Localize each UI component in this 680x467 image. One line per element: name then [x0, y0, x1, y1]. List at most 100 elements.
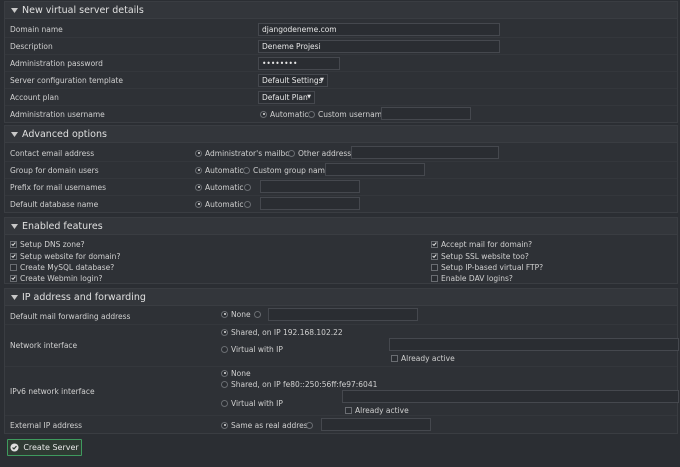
ipv6-label: IPv6 network interface — [10, 387, 95, 396]
plan-value: Default Plan — [262, 93, 308, 102]
custom-username-input[interactable] — [381, 107, 471, 120]
net-virtual-ip-input[interactable] — [389, 338, 679, 351]
row-template: Server configuration template Default Se… — [5, 72, 677, 89]
group-label: Group for domain users — [10, 166, 99, 175]
section-advanced-header[interactable]: Advanced options — [5, 126, 677, 143]
feature-dns-checkbox[interactable]: Setup DNS zone? — [10, 238, 85, 250]
feature-label: Enable DAV logins? — [441, 273, 513, 283]
admin-user-label: Administration username — [10, 110, 105, 119]
domain-label: Domain name — [10, 25, 63, 34]
email-other-label: Other address.. — [298, 148, 356, 158]
feature-label: Setup DNS zone? — [20, 239, 85, 249]
ipv6-shared-radio[interactable]: Shared, on IP fe80::250:56ff:fe97:6041 — [221, 378, 377, 390]
prefix-label: Prefix for mail usernames — [10, 183, 107, 192]
section-title: Advanced options — [22, 128, 107, 140]
fwd-none-label: None — [231, 309, 251, 319]
user-custom-radio[interactable]: Custom username — [308, 108, 387, 120]
prefix-custom-radio[interactable] — [244, 181, 254, 193]
net-shared-radio[interactable]: Shared, on IP 192.168.102.22 — [221, 326, 343, 338]
row-email: Contact email address Administrator's ma… — [5, 145, 677, 162]
fwd-custom-radio[interactable] — [254, 308, 264, 320]
radio-selected-icon — [195, 183, 202, 191]
row-dbname: Default database name Automatic — [5, 196, 677, 213]
prefix-auto-radio[interactable]: Automatic — [195, 181, 243, 193]
checkmark-icon — [10, 274, 17, 282]
section-title: New virtual server details — [22, 4, 144, 16]
chevron-down-icon — [9, 129, 19, 139]
ipv6-virtual-ip-input[interactable] — [342, 390, 679, 403]
domain-input[interactable]: djangodeneme.com — [258, 23, 500, 36]
email-admin-label: Administrator's mailbox — [205, 148, 295, 158]
checkmark-icon — [431, 252, 438, 260]
radio-icon — [221, 399, 228, 407]
section-features: Enabled features Setup DNS zone? Setup w… — [4, 217, 678, 284]
radio-icon — [288, 149, 295, 157]
radio-icon — [254, 310, 261, 318]
radio-icon — [243, 166, 250, 174]
group-custom-radio[interactable]: Custom group name — [243, 164, 330, 176]
radio-selected-icon — [260, 110, 267, 118]
ext-same-radio[interactable]: Same as real address — [221, 419, 312, 431]
radio-icon — [221, 345, 228, 353]
fwd-none-radio[interactable]: None — [221, 308, 251, 320]
create-server-button[interactable]: Create Server — [7, 439, 82, 456]
section-features-header[interactable]: Enabled features — [5, 218, 677, 235]
create-server-label: Create Server — [23, 443, 79, 452]
fwd-label: Default mail forwarding address — [10, 312, 131, 321]
ipv6-virtual-radio[interactable]: Virtual with IP — [221, 397, 283, 409]
custom-group-input[interactable] — [325, 163, 425, 176]
row-description: Description Deneme Projesi — [5, 38, 677, 55]
feature-label: Accept mail for domain? — [441, 239, 533, 249]
feature-mail-checkbox[interactable]: Accept mail for domain? — [431, 238, 532, 250]
feature-webmin-checkbox[interactable]: Create Webmin login? — [10, 272, 102, 284]
ext-ip-input[interactable] — [321, 418, 431, 431]
net-virtual-radio[interactable]: Virtual with IP — [221, 343, 283, 355]
other-email-input[interactable] — [351, 146, 499, 159]
checkbox-empty-icon — [431, 274, 438, 282]
net-already-active-checkbox[interactable]: Already active — [391, 352, 455, 364]
email-other-radio[interactable]: Other address.. — [288, 147, 356, 159]
ext-same-label: Same as real address — [231, 420, 312, 430]
ipv6-active-label: Already active — [355, 405, 409, 415]
description-input[interactable]: Deneme Projesi — [258, 40, 500, 53]
ipv6-none-label: None — [231, 368, 251, 378]
ipv6-already-active-checkbox[interactable]: Already active — [345, 404, 409, 416]
radio-icon — [308, 110, 315, 118]
section-ip-header[interactable]: IP address and forwarding — [5, 289, 677, 306]
checkbox-empty-icon — [431, 263, 438, 271]
group-custom-label: Custom group name — [253, 165, 330, 175]
password-input[interactable]: •••••••• — [258, 57, 340, 70]
plan-select[interactable]: Default Plan ▼ — [258, 91, 315, 104]
prefix-input[interactable] — [260, 180, 360, 193]
radio-selected-icon — [195, 166, 202, 174]
ext-custom-radio[interactable] — [306, 419, 316, 431]
radio-selected-icon — [221, 310, 228, 318]
dbname-input[interactable] — [260, 197, 360, 210]
row-prefix: Prefix for mail usernames Automatic — [5, 179, 677, 196]
radio-icon — [244, 200, 251, 208]
email-admin-radio[interactable]: Administrator's mailbox — [195, 147, 294, 159]
check-circle-icon — [10, 443, 19, 452]
checkmark-icon — [10, 252, 17, 260]
radio-icon — [244, 183, 251, 191]
template-select[interactable]: Default Settings ▼ — [258, 74, 328, 87]
feature-dav-checkbox[interactable]: Enable DAV logins? — [431, 272, 513, 284]
user-auto-radio[interactable]: Automatic — [260, 108, 308, 120]
fwd-address-input[interactable] — [268, 308, 418, 321]
section-details-header[interactable]: New virtual server details — [5, 2, 677, 19]
checkbox-empty-icon — [10, 263, 17, 271]
radio-selected-icon — [195, 200, 202, 208]
ipv6-shared-label: Shared, on IP fe80::250:56ff:fe97:6041 — [231, 379, 378, 389]
virtual-server-form: New virtual server details Domain name d… — [2, 0, 679, 467]
net-label: Network interface — [10, 341, 78, 350]
caret-down-icon: ▼ — [307, 94, 311, 100]
section-ip: IP address and forwarding Default mail f… — [4, 288, 679, 434]
radio-selected-icon — [195, 149, 202, 157]
db-custom-radio[interactable] — [244, 198, 254, 210]
radio-icon — [306, 421, 313, 429]
row-mail-forwarding: Default mail forwarding address None — [5, 308, 677, 325]
group-auto-radio[interactable]: Automatic — [195, 164, 243, 176]
db-auto-radio[interactable]: Automatic — [195, 198, 243, 210]
feature-label: Setup website for domain? — [20, 251, 121, 261]
feature-label: Create Webmin login? — [20, 273, 103, 283]
